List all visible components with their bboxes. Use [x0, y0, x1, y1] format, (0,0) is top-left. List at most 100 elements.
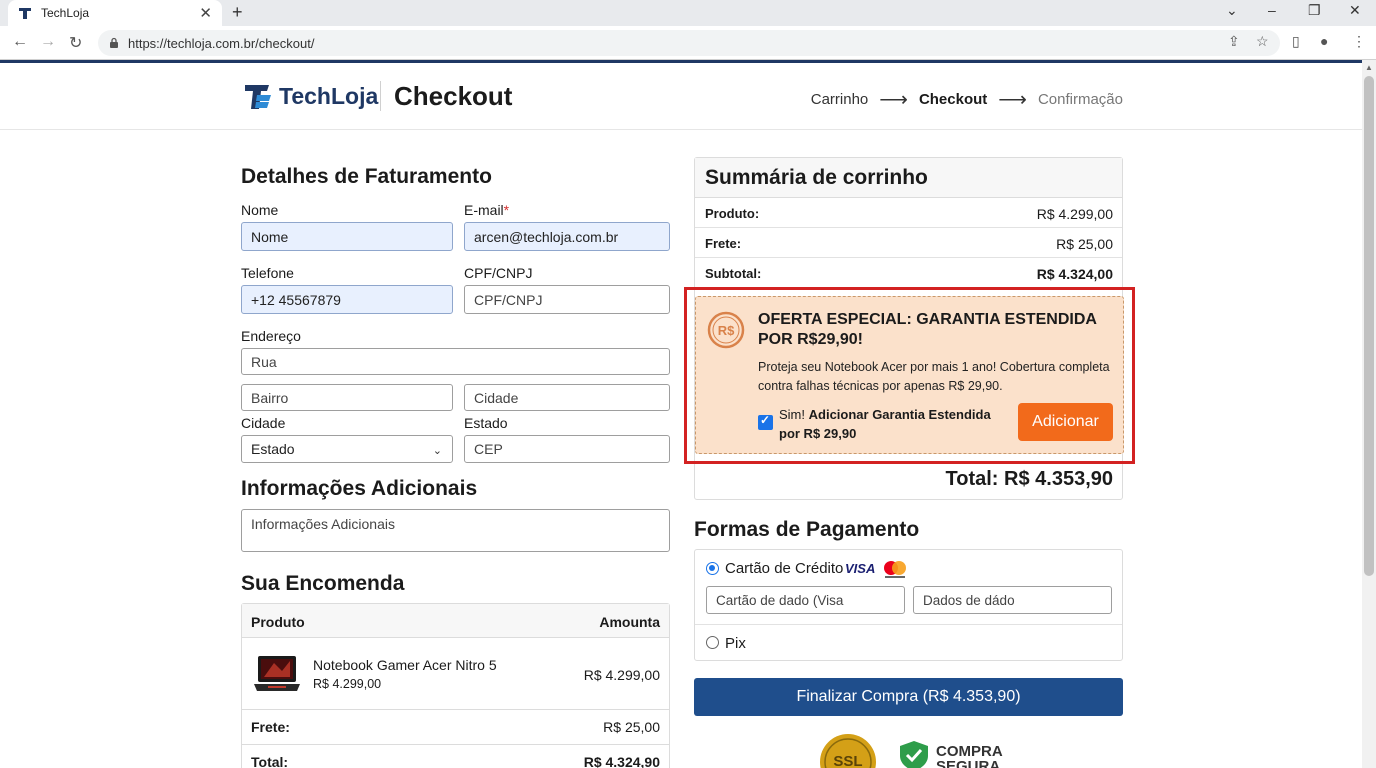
new-tab-icon[interactable]: + — [232, 2, 243, 23]
minimize-icon[interactable]: – — [1268, 2, 1276, 18]
city-input[interactable]: Cidade — [464, 384, 670, 411]
order-item-name: Notebook Gamer Acer Nitro 5 — [313, 657, 497, 673]
browser-tab[interactable]: TechLoja ✕ — [8, 0, 222, 26]
street-input[interactable]: Rua — [241, 348, 670, 375]
scroll-up-icon[interactable]: ▲ — [1365, 63, 1373, 72]
checkout-steps: Carrinho ⟶ Checkout ⟶ Confirmação — [811, 87, 1123, 112]
site-header: TechLoja Checkout Carrinho ⟶ Checkout ⟶ … — [0, 63, 1362, 130]
card-number-input[interactable]: Cartão de dado (Visa — [706, 586, 905, 614]
payment-title: Formas de Pagamento — [694, 518, 920, 541]
payment-divider — [695, 624, 1122, 625]
tab-search-chevron-icon[interactable]: ⌄ — [1226, 2, 1238, 19]
summary-subtotal-value: R$ 4.324,00 — [1036, 266, 1113, 282]
name-label: Nome — [241, 202, 279, 218]
summary-product-value: R$ 4.299,00 — [1036, 206, 1113, 222]
email-input[interactable]: arcen@techloja.com.br — [464, 222, 670, 251]
order-table: Produto Amounta Notebook Gamer Acer Nitr… — [241, 603, 670, 768]
restore-icon[interactable]: ❐ — [1308, 2, 1321, 19]
order-item-unit-price: R$ 4.299,00 — [313, 677, 382, 691]
pix-label[interactable]: Pix — [725, 635, 746, 652]
header-divider — [380, 81, 381, 111]
summary-row-subtotal: Subtotal: R$ 4.324,00 — [695, 258, 1122, 288]
phone-label: Telefone — [241, 265, 294, 281]
browser-toolbar: ← → ↻ https://techloja.com.br/checkout/ … — [0, 26, 1376, 60]
pix-radio[interactable] — [706, 636, 719, 649]
order-table-header: Produto Amounta — [242, 604, 669, 638]
techloja-favicon-icon — [19, 8, 31, 19]
summary-shipping-label: Frete: — [705, 236, 742, 251]
address-label: Endereço — [241, 328, 301, 344]
summary-title: Summária de corrinho — [705, 166, 928, 189]
order-title: Sua Encomenda — [241, 572, 405, 595]
email-label: E-mail* — [464, 202, 510, 218]
billing-title: Detalhes de Faturamento — [241, 165, 492, 188]
brand-name[interactable]: TechLoja — [279, 83, 378, 110]
checkmark-icon: ✓ — [760, 413, 771, 427]
extended-warranty-offer: R$ OFERTA ESPECIAL: GARANTIA ESTENDIDA P… — [695, 296, 1124, 454]
summary-product-label: Produto: — [705, 206, 760, 221]
col-product: Produto — [251, 614, 305, 630]
shield-check-icon — [900, 741, 928, 768]
finalize-purchase-button[interactable]: Finalizar Compra (R$ 4.353,90) — [694, 678, 1123, 716]
card-data-input[interactable]: Dados de dádo — [913, 586, 1112, 614]
cep-input[interactable]: CEP — [464, 435, 670, 463]
credit-card-radio[interactable] — [706, 562, 719, 575]
ssl-seal-icon: SSL — [820, 734, 876, 768]
phone-input[interactable]: +12 45567879 — [241, 285, 453, 314]
state-select-value: Estado — [251, 441, 295, 457]
profile-avatar-icon[interactable]: ● — [1320, 33, 1328, 49]
reload-icon[interactable]: ↻ — [69, 33, 82, 53]
summary-row-product: Produto: R$ 4.299,00 — [695, 198, 1122, 228]
cpf-label: CPF/CNPJ — [464, 265, 533, 281]
browser-tabbar: TechLoja ✕ + ⌄ – ❐ ✕ — [0, 0, 1376, 26]
tab-close-icon[interactable]: ✕ — [199, 4, 212, 22]
step-confirmation: Confirmação — [1037, 91, 1123, 108]
required-marker: * — [503, 202, 510, 218]
step-cart[interactable]: Carrinho — [811, 91, 869, 108]
additional-info-textarea[interactable]: Informações Adicionais — [241, 509, 670, 552]
order-shipping-value: R$ 25,00 — [603, 719, 660, 735]
credit-card-label[interactable]: Cartão de Crédito — [725, 560, 843, 577]
address-bar[interactable]: https://techloja.com.br/checkout/ — [98, 30, 1280, 56]
coin-icon-text: R$ — [718, 323, 735, 338]
bookmark-star-icon[interactable]: ☆ — [1256, 33, 1269, 50]
order-shipping-label: Frete: — [251, 719, 290, 735]
scroll-thumb[interactable] — [1364, 76, 1374, 576]
side-panel-icon[interactable]: ▯ — [1292, 33, 1300, 50]
browser-menu-icon[interactable]: ⋮ — [1352, 33, 1366, 50]
col-amount: Amounta — [599, 614, 660, 630]
order-item-total: R$ 4.299,00 — [583, 667, 660, 683]
state-label: Estado — [464, 415, 508, 431]
ssl-seal-text: SSL — [833, 753, 862, 768]
name-input[interactable]: Nome — [241, 222, 453, 251]
summary-header: Summária de corrinho — [695, 158, 1122, 198]
summary-total: Total: R$ 4.353,90 — [945, 468, 1113, 490]
step-arrow-icon: ⟶ — [998, 89, 1027, 111]
back-icon[interactable]: ← — [12, 33, 28, 51]
share-icon[interactable]: ⇪ — [1228, 33, 1240, 50]
cpf-input[interactable]: CPF/CNPJ — [464, 285, 670, 314]
mastercard-icon — [884, 561, 906, 578]
order-total-label: Total: — [251, 754, 289, 768]
summary-shipping-value: R$ 25,00 — [1056, 236, 1113, 252]
step-checkout: Checkout — [918, 91, 988, 108]
tab-title: TechLoja — [41, 6, 90, 20]
offer-title: OFERTA ESPECIAL: GARANTIA ESTENDIDA POR … — [758, 311, 1097, 348]
forward-icon[interactable]: → — [40, 33, 56, 51]
row-divider — [242, 744, 669, 745]
add-warranty-button[interactable]: Adicionar — [1018, 403, 1113, 441]
page-scrollbar[interactable]: ▲ — [1362, 60, 1376, 768]
close-window-icon[interactable]: ✕ — [1349, 2, 1361, 19]
laptop-product-image — [254, 656, 300, 691]
order-total-value: R$ 4.324,90 — [583, 754, 660, 768]
state-select[interactable]: Estado ⌄ — [241, 435, 453, 463]
row-divider — [242, 709, 669, 710]
lock-icon — [110, 37, 118, 48]
visa-icon: VISA — [845, 561, 876, 576]
chevron-down-icon: ⌄ — [432, 445, 442, 457]
url-text: https://techloja.com.br/checkout/ — [128, 35, 315, 51]
summary-row-shipping: Frete: R$ 25,00 — [695, 228, 1122, 258]
warranty-checkbox[interactable]: ✓ — [758, 413, 773, 430]
warranty-checkbox-label[interactable]: Sim! Adicionar Garantia Estendida por R$… — [779, 405, 1009, 443]
district-input[interactable]: Bairro — [241, 384, 453, 411]
